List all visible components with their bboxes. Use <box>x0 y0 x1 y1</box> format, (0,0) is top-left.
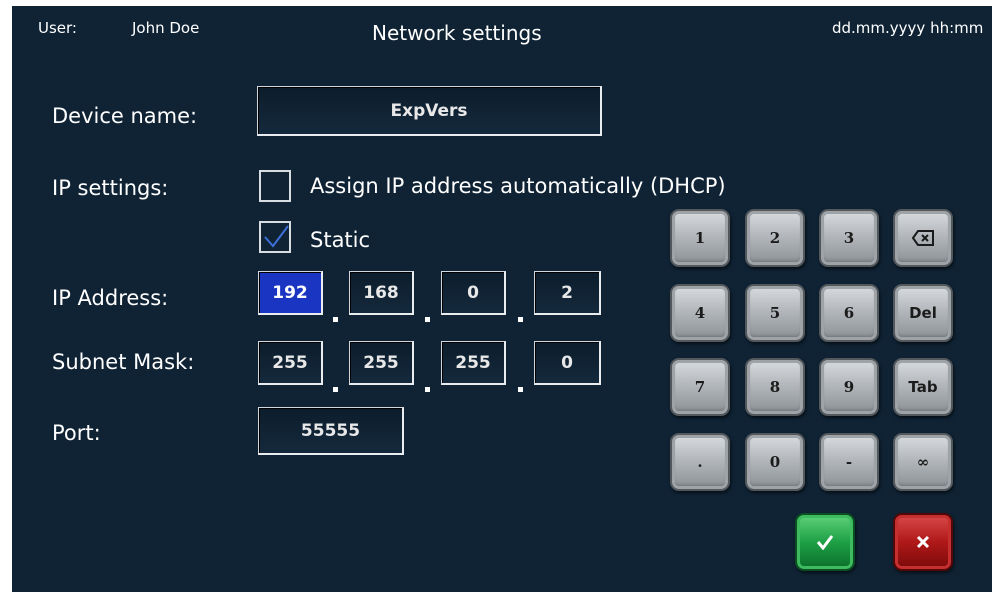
network-settings-screen: User: John Doe Network settings dd.mm.yy… <box>12 6 992 592</box>
ip-address-label: IP Address: <box>52 286 169 310</box>
cancel-button[interactable] <box>893 513 953 571</box>
checkmark-icon <box>264 225 289 248</box>
key-6[interactable]: 6 <box>819 284 879 342</box>
key-7[interactable]: 7 <box>670 358 730 416</box>
confirm-button[interactable] <box>795 513 855 571</box>
subnet-mask-label: Subnet Mask: <box>52 350 195 374</box>
ip-octet-4[interactable]: 2 <box>534 271 601 315</box>
key-dot[interactable]: . <box>670 433 730 491</box>
subnet-octet-3[interactable]: 255 <box>441 341 506 385</box>
subnet-octet-1[interactable]: 255 <box>258 341 323 385</box>
ip-separator <box>518 317 523 322</box>
key-9[interactable]: 9 <box>819 358 879 416</box>
datetime: dd.mm.yyyy hh:mm <box>832 19 984 37</box>
backspace-key[interactable] <box>893 209 953 267</box>
user-name: John Doe <box>132 19 200 37</box>
static-checkbox[interactable] <box>259 221 291 253</box>
static-label: Static <box>310 228 371 252</box>
checkmark-icon <box>816 535 834 550</box>
ip-separator <box>333 317 338 322</box>
key-0[interactable]: 0 <box>745 433 805 491</box>
tab-key[interactable]: Tab <box>893 358 953 416</box>
page-title: Network settings <box>372 21 542 45</box>
dhcp-checkbox[interactable] <box>259 170 291 202</box>
ip-settings-label: IP settings: <box>52 176 169 200</box>
key-4[interactable]: 4 <box>670 284 730 342</box>
key-5[interactable]: 5 <box>745 284 805 342</box>
dhcp-label: Assign IP address automatically (DHCP) <box>310 174 726 198</box>
ip-separator <box>425 317 430 322</box>
subnet-octet-2[interactable]: 255 <box>349 341 414 385</box>
ip-octet-3[interactable]: 0 <box>441 271 506 315</box>
port-field[interactable]: 55555 <box>258 407 404 455</box>
device-name-field[interactable]: ExpVers <box>257 86 602 136</box>
port-label: Port: <box>52 421 101 445</box>
key-1[interactable]: 1 <box>670 209 730 267</box>
key-3[interactable]: 3 <box>819 209 879 267</box>
subnet-separator <box>518 387 523 392</box>
key-8[interactable]: 8 <box>745 358 805 416</box>
key-infinity[interactable]: ∞ <box>893 433 953 491</box>
backspace-icon <box>912 230 934 246</box>
ip-octet-2[interactable]: 168 <box>349 271 414 315</box>
close-icon <box>916 535 930 549</box>
key-minus[interactable]: - <box>819 433 879 491</box>
delete-key[interactable]: Del <box>893 284 953 342</box>
key-2[interactable]: 2 <box>745 209 805 267</box>
subnet-separator <box>425 387 430 392</box>
device-name-label: Device name: <box>52 104 198 128</box>
ip-octet-1[interactable]: 192 <box>258 271 323 315</box>
subnet-octet-4[interactable]: 0 <box>534 341 601 385</box>
subnet-separator <box>333 387 338 392</box>
user-label: User: <box>38 19 77 37</box>
